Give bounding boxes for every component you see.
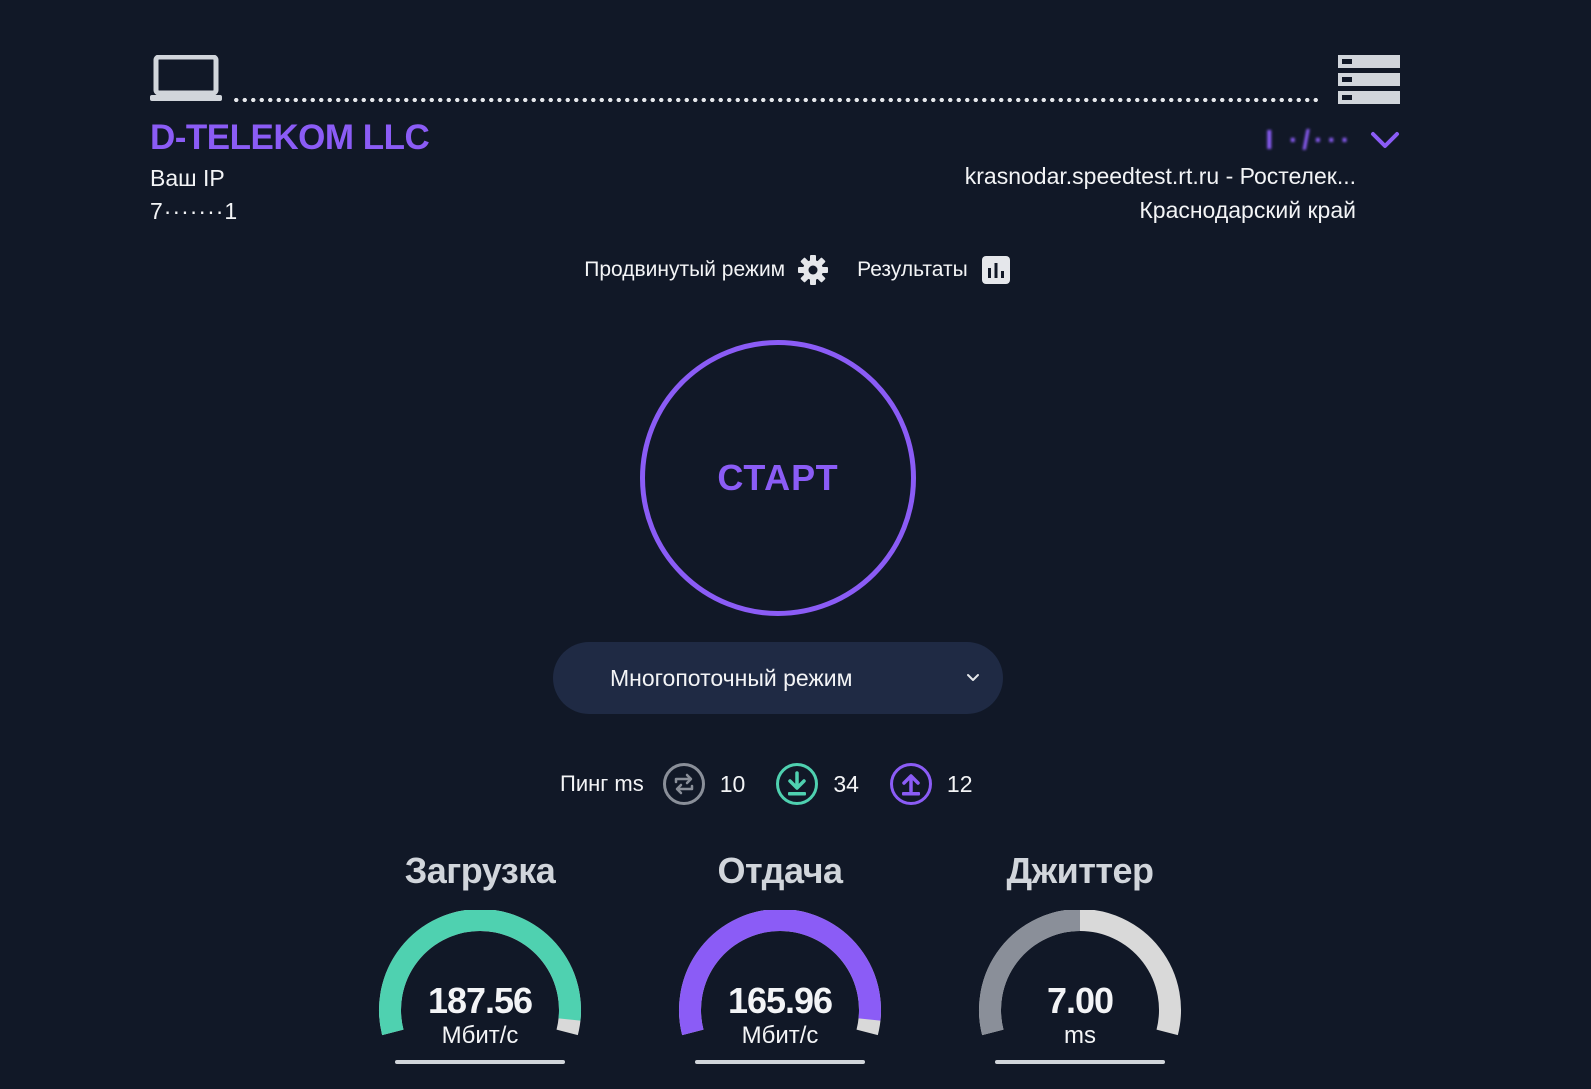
download-icon <box>776 763 819 805</box>
gauge-underline <box>995 1060 1165 1064</box>
mode-links: Продвинутый режим Результаты <box>0 254 1591 286</box>
bar-chart-icon <box>981 256 1010 284</box>
ping-idle: 10 <box>662 762 746 806</box>
gauge-title: Джиттер <box>1006 850 1154 891</box>
results-label: Результаты <box>857 258 968 281</box>
start-label: СТАРТ <box>717 457 839 498</box>
ip-label: Ваш IP <box>150 165 225 191</box>
gauge-unit: Мбит/с <box>741 1022 819 1049</box>
mode-select-value: Многопоточный режим <box>610 664 853 691</box>
gauge-underline <box>695 1060 865 1064</box>
gauge-value: 7.00 <box>1046 980 1114 1021</box>
connection-dots <box>232 97 1322 103</box>
ping-row: Пинг ms 10 34 12 <box>560 762 1003 806</box>
server-host: krasnodar.speedtest.rt.ru - Ростелек... <box>964 163 1356 189</box>
ping-label: Пинг ms <box>560 771 644 796</box>
server-icon <box>1338 55 1400 104</box>
gauge-title: Отдача <box>717 850 843 891</box>
download-gauge: Загрузка 187.56 Мбит/с <box>370 850 590 1070</box>
gauge-value: 165.96 <box>727 980 833 1021</box>
server-select[interactable]: I ·/··· <box>1175 120 1400 160</box>
server-region: Краснодарский край <box>1139 197 1356 223</box>
speedtest-page: D-TELEKOM LLC Ваш IP 7·······1 I ·/··· k… <box>0 0 1591 1089</box>
laptop-icon <box>150 55 222 101</box>
results-link[interactable]: Результаты <box>857 254 1012 286</box>
gear-icon <box>798 255 829 285</box>
ping-upload-value: 12 <box>946 770 973 797</box>
ping-upload: 12 <box>889 762 973 806</box>
advanced-mode-label: Продвинутый режим <box>584 258 786 281</box>
start-button[interactable]: СТАРТ <box>640 340 916 616</box>
gauge-value: 187.56 <box>427 980 533 1021</box>
upload-gauge: Отдача 165.96 Мбит/с <box>670 850 890 1070</box>
advanced-mode-link[interactable]: Продвинутый режим <box>584 254 829 286</box>
mode-select[interactable]: Многопоточный режим <box>553 642 1003 714</box>
isp-name: D-TELEKOM LLC <box>150 118 430 157</box>
ping-download-value: 34 <box>833 770 859 797</box>
gauge-unit: Мбит/с <box>441 1022 519 1049</box>
chevron-down-icon <box>1371 132 1399 148</box>
server-name: I ·/··· <box>1265 124 1354 155</box>
gauge-underline <box>395 1060 565 1064</box>
upload-icon <box>889 763 932 805</box>
gauge-unit: ms <box>1064 1022 1096 1049</box>
gauge-title: Загрузка <box>404 850 556 891</box>
ping-download: 34 <box>775 762 859 806</box>
ip-value: 7·······1 <box>150 198 239 224</box>
ping-idle-value: 10 <box>719 770 746 797</box>
repeat-icon <box>662 763 705 805</box>
chevron-down-icon <box>967 674 979 681</box>
jitter-gauge: Джиттер 7.00 ms <box>970 850 1190 1070</box>
